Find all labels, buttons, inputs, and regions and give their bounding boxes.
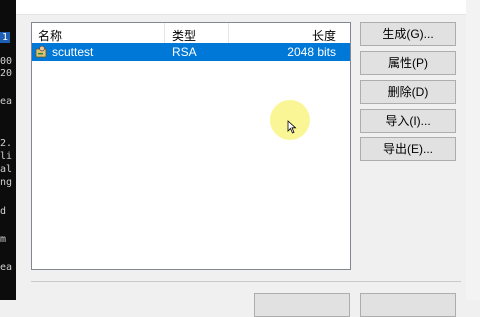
terminal-line: ea bbox=[0, 96, 13, 107]
bottom-button[interactable] bbox=[254, 293, 350, 317]
properties-button[interactable]: 属性(P) bbox=[360, 51, 456, 75]
column-header-type[interactable]: 类型 bbox=[172, 27, 196, 44]
background-window-edge bbox=[465, 0, 480, 300]
list-header: 名称 类型 长度 bbox=[32, 23, 350, 44]
terminal-line: ng bbox=[0, 177, 13, 188]
column-header-name[interactable]: 名称 bbox=[38, 27, 62, 44]
terminal-line: 20 bbox=[0, 68, 13, 79]
mouse-cursor-icon bbox=[287, 120, 297, 134]
key-manager-dialog: 名称 类型 长度 scuttest RSA 2048 bits 生成(G)...… bbox=[16, 0, 466, 317]
key-length: 2048 bits bbox=[287, 45, 336, 59]
terminal-line: d bbox=[0, 206, 7, 217]
terminal-line: li bbox=[0, 151, 13, 162]
list-item[interactable]: scuttest RSA 2048 bits bbox=[32, 43, 350, 61]
background-terminal: 1 00 20 ea 2. li al ng d m ea bbox=[0, 0, 16, 300]
terminal-line: 00 bbox=[0, 56, 13, 67]
column-separator[interactable] bbox=[228, 23, 229, 43]
terminal-line: al bbox=[0, 164, 13, 175]
key-user-icon bbox=[35, 45, 49, 59]
dialog-title-bar[interactable] bbox=[16, 0, 466, 15]
terminal-line: 1 bbox=[0, 32, 11, 43]
column-separator[interactable] bbox=[164, 23, 165, 43]
key-type: RSA bbox=[172, 45, 197, 59]
column-header-length[interactable]: 长度 bbox=[312, 27, 336, 44]
key-name: scuttest bbox=[52, 45, 94, 59]
key-list[interactable]: 名称 类型 长度 scuttest RSA 2048 bits bbox=[31, 22, 351, 270]
bottom-button[interactable] bbox=[360, 293, 456, 317]
terminal-line: m bbox=[0, 234, 7, 245]
bottom-divider bbox=[31, 281, 461, 282]
delete-button[interactable]: 删除(D) bbox=[360, 80, 456, 104]
export-button[interactable]: 导出(E)... bbox=[360, 137, 456, 161]
terminal-line: 2. bbox=[0, 138, 13, 149]
terminal-line: ea bbox=[0, 262, 13, 273]
import-button[interactable]: 导入(I)... bbox=[360, 109, 456, 133]
generate-button[interactable]: 生成(G)... bbox=[360, 22, 456, 46]
